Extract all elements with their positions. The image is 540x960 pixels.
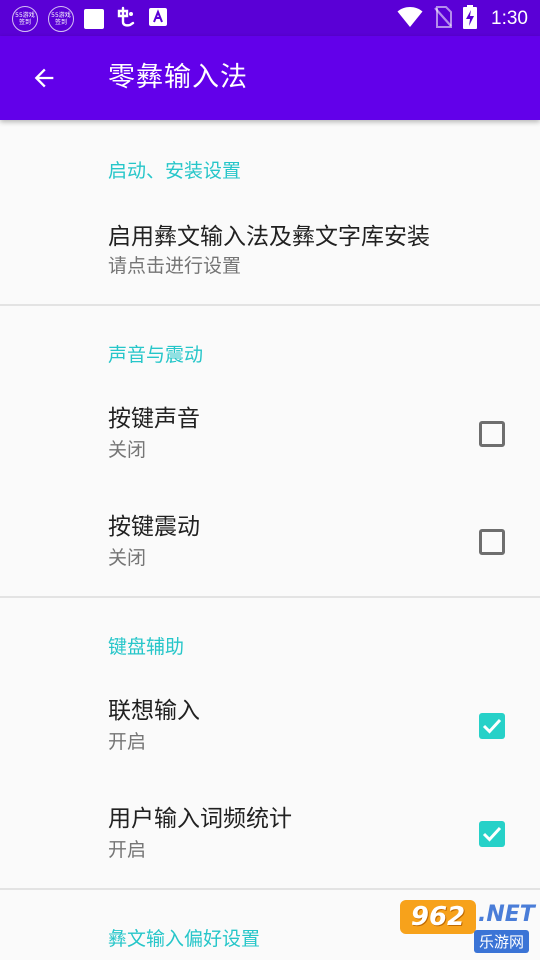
pref-summary: 开启: [108, 839, 147, 861]
pref-title: 用户输入词频统计: [108, 806, 292, 832]
page-title: 零彝输入法: [108, 62, 248, 93]
section-divider: [0, 304, 540, 306]
watermark-sub: 乐游网: [474, 930, 530, 953]
pref-key-sound[interactable]: 按键声音 关闭: [0, 386, 540, 492]
pref-title: 按键震动: [108, 514, 200, 540]
keyboard-app-icon: [148, 7, 168, 31]
site-watermark: 962 .NET 乐游网: [400, 900, 535, 956]
category-keyboard: 键盘辅助: [108, 636, 185, 658]
no-sim-icon: [433, 6, 453, 32]
category-sound: 声音与震动: [108, 344, 204, 366]
pref-summary: 开启: [108, 731, 147, 753]
app-badge-line2: 签到: [18, 19, 31, 26]
predictive-input-checkbox[interactable]: [479, 713, 505, 739]
section-divider: [0, 596, 540, 598]
pref-summary: 请点击进行设置: [108, 255, 242, 277]
pref-key-vibrate[interactable]: 按键震动 关闭: [0, 494, 540, 600]
pref-title: 按键声音: [108, 406, 200, 432]
status-time: 1:30: [491, 8, 528, 29]
settings-list[interactable]: 启动、安装设置 启用彝文输入法及彝文字库安装 请点击进行设置 声音与震动 按键声…: [0, 120, 540, 960]
status-notification-icons: 55游戏 签到 55游戏 签到: [12, 5, 168, 33]
pref-summary: 关闭: [108, 439, 147, 461]
app-badge-icon: 55游戏 签到: [48, 6, 74, 32]
word-frequency-checkbox[interactable]: [479, 821, 505, 847]
app-badge-line1: 55游戏: [51, 12, 71, 19]
app-logo-icon: [114, 5, 138, 33]
pref-title: 启用彝文输入法及彝文字库安装: [108, 224, 430, 250]
app-badge-line2: 签到: [54, 19, 67, 26]
pref-enable-ime[interactable]: 启用彝文输入法及彝文字库安装 请点击进行设置: [0, 206, 540, 302]
back-button[interactable]: [16, 50, 72, 106]
key-vibrate-checkbox[interactable]: [479, 529, 505, 555]
pref-predictive-input[interactable]: 联想输入 开启: [0, 678, 540, 784]
check-icon: [482, 718, 502, 734]
pref-word-frequency[interactable]: 用户输入词频统计 开启: [0, 786, 540, 892]
arrow-left-icon: [34, 68, 54, 88]
wifi-icon: [397, 6, 423, 32]
app-bar: 零彝输入法: [0, 36, 540, 120]
key-sound-checkbox[interactable]: [479, 421, 505, 447]
notification-square-icon: [84, 9, 104, 29]
category-preference: 彝文输入偏好设置: [108, 928, 261, 950]
status-system-icons: 1:30: [397, 5, 528, 33]
status-bar: 55游戏 签到 55游戏 签到 1:30: [0, 0, 540, 36]
check-icon: [482, 826, 502, 842]
watermark-logo: 962: [400, 900, 476, 934]
category-startup: 启动、安装设置: [108, 160, 242, 182]
pref-summary: 关闭: [108, 547, 147, 569]
app-badge-icon: 55游戏 签到: [12, 6, 38, 32]
pref-title: 联想输入: [108, 698, 200, 724]
app-badge-line1: 55游戏: [15, 12, 35, 19]
battery-charging-icon: [463, 5, 478, 33]
section-divider: [0, 888, 540, 890]
watermark-suffix: .NET: [478, 902, 535, 927]
